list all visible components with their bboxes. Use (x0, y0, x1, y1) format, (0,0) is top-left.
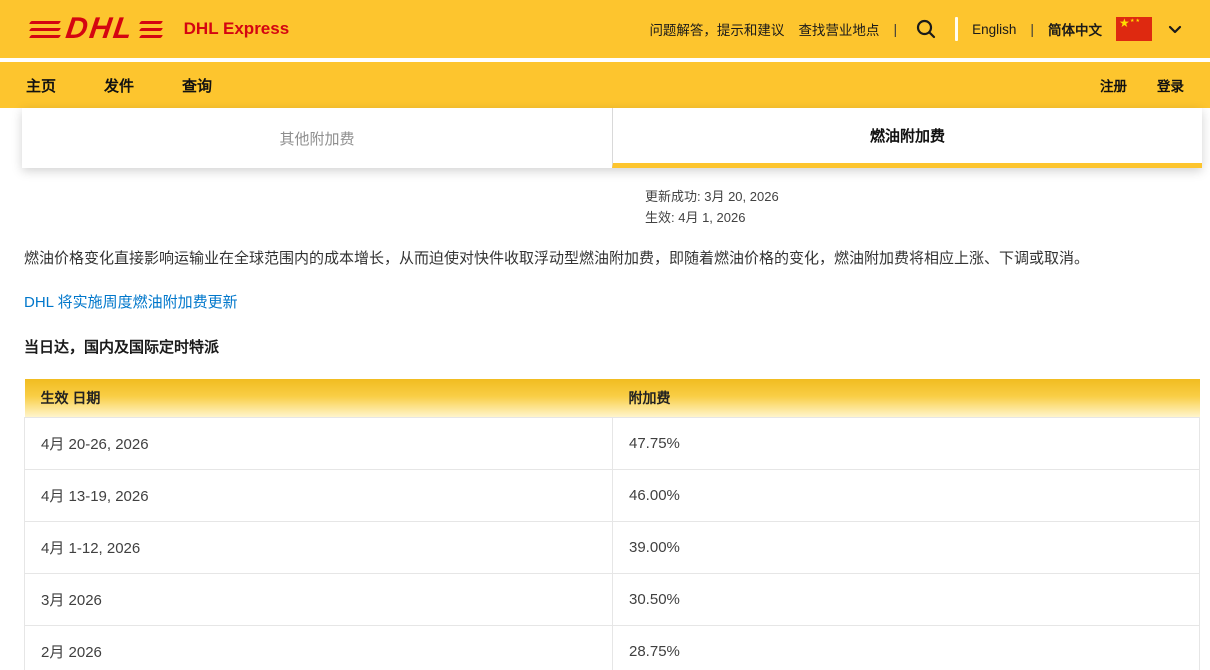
topbar-link-locations[interactable]: 查找营业地点 (798, 19, 879, 39)
login-link[interactable]: 登录 (1157, 75, 1184, 95)
weekly-update-link[interactable]: DHL 将实施周度燃油附加费更新 (24, 291, 238, 312)
date-cell: 3月 2026 (25, 574, 613, 626)
brand-label: DHL Express (184, 19, 290, 39)
nav-item-track[interactable]: 查询 (182, 75, 212, 96)
surcharge-tabs: 其他附加费 燃油附加费 (22, 108, 1202, 168)
intro-paragraph: 燃油价格变化直接影响运输业在全球范围内的成本增长，从而迫使对快件收取浮动型燃油附… (24, 248, 1186, 269)
table-row: 2月 2026 28.75% (25, 626, 1200, 670)
divider: | (1030, 21, 1034, 37)
dhl-wordmark: DHL (64, 14, 136, 44)
update-status: 更新成功: 3月 20, 2026 (645, 186, 1210, 207)
surcharge-cell: 39.00% (613, 522, 1200, 574)
nav-item-home[interactable]: 主页 (26, 75, 56, 96)
table-row: 4月 13-19, 2026 46.00% (25, 470, 1200, 522)
service-subtitle: 当日达，国内及国际定时特派 (24, 336, 1210, 357)
nav-item-ship[interactable]: 发件 (104, 75, 134, 96)
register-link[interactable]: 注册 (1100, 75, 1127, 95)
date-cell: 4月 1-12, 2026 (25, 522, 613, 574)
divider: | (893, 21, 897, 37)
surcharge-cell: 30.50% (613, 574, 1200, 626)
date-cell: 4月 13-19, 2026 (25, 470, 613, 522)
tab-other-surcharges[interactable]: 其他附加费 (22, 108, 612, 168)
fuel-surcharge-table: 生效 日期 附加费 4月 20-26, 2026 47.75% 4月 13-19… (24, 379, 1200, 670)
update-info: 更新成功: 3月 20, 2026 生效: 4月 1, 2026 (645, 186, 1210, 228)
chevron-down-icon[interactable] (1168, 25, 1182, 34)
surcharge-cell: 47.75% (613, 418, 1200, 470)
column-header-surcharge: 附加费 (613, 379, 1200, 418)
column-header-effective-date: 生效 日期 (25, 379, 613, 418)
language-chinese[interactable]: 简体中文 (1048, 19, 1102, 39)
surcharge-cell: 28.75% (613, 626, 1200, 670)
table-row: 3月 2026 30.50% (25, 574, 1200, 626)
date-cell: 2月 2026 (25, 626, 613, 670)
dhl-logo[interactable]: DHL (30, 14, 162, 44)
tab-fuel-surcharge[interactable]: 燃油附加费 (612, 108, 1202, 168)
date-cell: 4月 20-26, 2026 (25, 418, 613, 470)
dhl-stripes-left-icon (30, 21, 60, 38)
language-english[interactable]: English (972, 22, 1016, 37)
divider (955, 17, 958, 41)
table-row: 4月 1-12, 2026 39.00% (25, 522, 1200, 574)
dhl-stripes-right-icon (140, 21, 162, 38)
topbar-link-faq[interactable]: 问题解答，提示和建议 (649, 19, 784, 39)
search-icon[interactable] (911, 18, 941, 40)
surcharge-cell: 46.00% (613, 470, 1200, 522)
table-header-row: 生效 日期 附加费 (25, 379, 1200, 418)
navbar: 主页 发件 查询 注册 登录 (0, 62, 1210, 108)
effective-date: 生效: 4月 1, 2026 (645, 207, 1210, 228)
china-flag-icon[interactable]: ★ ★★ (1116, 17, 1152, 41)
topbar: DHL DHL Express 问题解答，提示和建议 查找营业地点 | Engl… (0, 0, 1210, 58)
table-row: 4月 20-26, 2026 47.75% (25, 418, 1200, 470)
